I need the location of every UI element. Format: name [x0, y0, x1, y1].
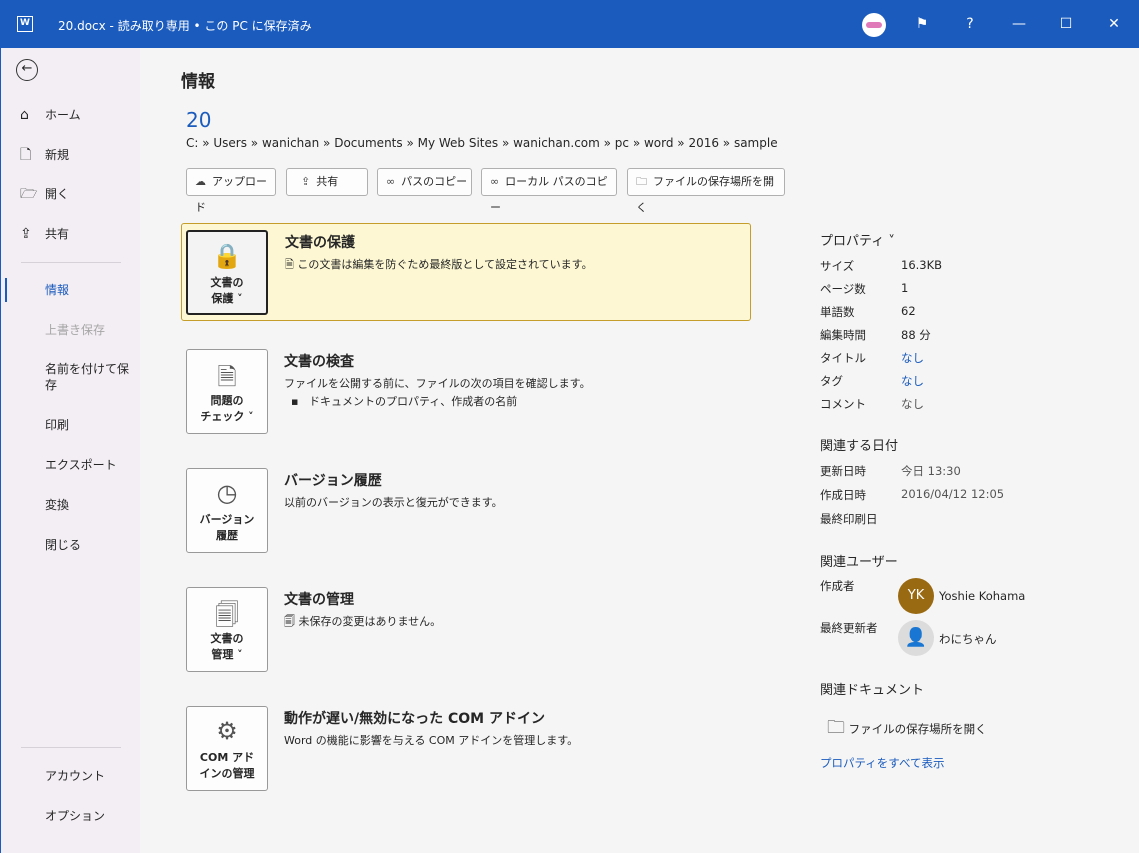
close-button[interactable]: ✕ [1102, 12, 1126, 36]
sidebar-item-save: 上書き保存 [45, 323, 106, 337]
last-modified-by-label: 最終更新者 [820, 621, 878, 635]
backstage-sidebar: ← ⌂ ホーム 🗋 新規 🗁 開く ⇪ 共有 情報 上書き保存 名前を付けて保存 印刷 … [0, 48, 140, 853]
document-name: 20 [186, 108, 212, 132]
cloud-upload-icon: ☁ [195, 175, 206, 188]
link-icon: ∞ [386, 175, 396, 188]
final-document-icon: 🗎 [285, 258, 298, 271]
title-bar: W 20.docx - 読み取り専用 • この PC に保存済み ⚑ ? — ☐… [0, 0, 1139, 48]
sidebar-item-options[interactable]: オプション [1, 800, 141, 832]
account-avatar[interactable] [862, 13, 886, 37]
page-title: 情報 [181, 72, 215, 92]
sidebar-item-info[interactable]: 情報 [1, 274, 141, 306]
author-label: 作成者 [820, 579, 855, 593]
lock-key-icon: 🔒 [212, 242, 242, 270]
check-for-issues-button[interactable]: 🗎 問題の チェック ˅ [186, 349, 268, 434]
feedback-icon[interactable]: ⚑ [910, 12, 934, 36]
help-button[interactable]: ? [958, 12, 982, 36]
new-document-icon: 🗋 [20, 147, 32, 163]
protect-document-section: 🔒 文書の 保護 ˅ 文書の保護 🗎 この文書は編集を防ぐため最終版として設定されて… [181, 223, 751, 321]
manage-document-section: 🗐 文書の 管理 ˅ 文書の管理 🗐 未保存の変更はありません。 [181, 581, 751, 679]
section-description: 以前のバージョンの表示と復元ができます。 [284, 496, 503, 509]
com-addin-gear-icon: ⚙ [216, 717, 238, 745]
bullet-item: ▪ ドキュメントのプロパティ、作成者の名前 [291, 395, 518, 408]
share-icon: ⇪ [20, 226, 32, 242]
sidebar-item-export[interactable]: エクスポート [1, 449, 141, 481]
section-title: バージョン履歴 [284, 473, 382, 489]
sidebar-item-account[interactable]: アカウント [1, 760, 141, 792]
documents-icon: 🗐 [284, 615, 299, 628]
section-title: 文書の検査 [284, 354, 354, 370]
copy-local-path-button[interactable]: ∞ ローカル パスのコピー [481, 168, 617, 214]
sidebar-item-close[interactable]: 閉じる [1, 529, 141, 561]
sidebar-item-home[interactable]: ⌂ ホーム [1, 99, 141, 131]
title-field[interactable]: なし [901, 350, 924, 366]
folder-icon: 🗀 [827, 717, 845, 738]
inspect-document-section: 🗎 問題の チェック ˅ 文書の検査 ファイルを公開する前に、ファイルの次の項目を確… [181, 343, 751, 441]
inspect-document-icon: 🗎 [217, 363, 237, 391]
maximize-button[interactable]: ☐ [1054, 12, 1078, 36]
word-app-icon: W [17, 16, 33, 32]
section-title: 動作が遅い/無効になった COM アドイン [284, 711, 545, 727]
version-history-button[interactable]: ◷ バージョン 履歴 [186, 468, 268, 553]
file-path: C: » Users » wanichan » Documents » My W… [186, 136, 778, 150]
section-title: 文書の保護 [285, 235, 355, 251]
author-avatar: YK [898, 578, 934, 614]
related-documents-heading: 関連ドキュメント [820, 683, 925, 698]
sidebar-item-print[interactable]: 印刷 [1, 409, 141, 441]
properties-dropdown[interactable]: プロパティ ˅ [820, 230, 895, 249]
divider [21, 747, 121, 748]
link-icon: ∞ [490, 175, 500, 188]
related-dates-heading: 関連する日付 [820, 439, 899, 454]
section-description: 🗎 この文書は編集を防ぐため最終版として設定されています。 [285, 258, 593, 271]
tags-field[interactable]: なし [901, 373, 924, 389]
author-name[interactable]: Yoshie Kohama [939, 589, 1025, 603]
divider [21, 262, 121, 263]
share-icon: ⇪ [301, 175, 311, 188]
manage-document-button[interactable]: 🗐 文書の 管理 ˅ [186, 587, 268, 672]
protect-document-button[interactable]: 🔒 文書の 保護 ˅ [186, 230, 268, 315]
home-icon: ⌂ [20, 107, 29, 123]
share-button[interactable]: ⇪ 共有 [286, 168, 368, 196]
open-file-location-button[interactable]: 🗀 ファイルの保存場所を開く [627, 168, 785, 214]
comments-field[interactable]: なし [901, 396, 924, 412]
minimize-button[interactable]: — [1007, 12, 1031, 36]
folder-icon: 🗀 [636, 175, 647, 188]
person-icon: 👤 [898, 620, 934, 656]
window-title: 20.docx - 読み取り専用 • この PC に保存済み [58, 19, 312, 33]
back-arrow-icon[interactable]: ← [16, 59, 38, 81]
manage-com-addins-button[interactable]: ⚙ COM アド インの管理 [186, 706, 268, 791]
sidebar-item-save-as[interactable]: 名前を付けて保存 [1, 361, 141, 393]
related-people-heading: 関連ユーザー [820, 555, 898, 570]
section-description: 🗐 未保存の変更はありません。 [284, 615, 442, 628]
info-pane: 情報 20 C: » Users » wanichan » Documents … [140, 48, 1138, 852]
version-history-section: ◷ バージョン 履歴 バージョン履歴 以前のバージョンの表示と復元ができます。 [181, 462, 751, 560]
history-clock-icon: ◷ [216, 479, 238, 507]
manage-document-icon: 🗐 [215, 601, 239, 629]
section-description: ファイルを公開する前に、ファイルの次の項目を確認します。 [284, 377, 591, 390]
sidebar-item-open[interactable]: 🗁 開く [1, 178, 141, 210]
sidebar-item-transform[interactable]: 変換 [1, 489, 141, 521]
modifier-name[interactable]: わにちゃん [939, 631, 997, 647]
open-file-location-link[interactable]: 🗀 ファイルの保存場所を開く [827, 715, 987, 745]
section-description: Word の機能に影響を与える COM アドインを管理します。 [284, 734, 579, 747]
section-title: 文書の管理 [284, 592, 354, 608]
upload-button[interactable]: ☁ アップロード [186, 168, 276, 214]
copy-path-button[interactable]: ∞ パスのコピー [377, 168, 472, 196]
com-addins-section: ⚙ COM アド インの管理 動作が遅い/無効になった COM アドイン Word … [181, 700, 751, 798]
sidebar-item-share[interactable]: ⇪ 共有 [1, 218, 141, 250]
show-all-properties-link[interactable]: プロパティをすべて表示 [820, 755, 945, 771]
folder-open-icon: 🗁 [20, 186, 38, 202]
sidebar-item-new[interactable]: 🗋 新規 [1, 139, 141, 171]
